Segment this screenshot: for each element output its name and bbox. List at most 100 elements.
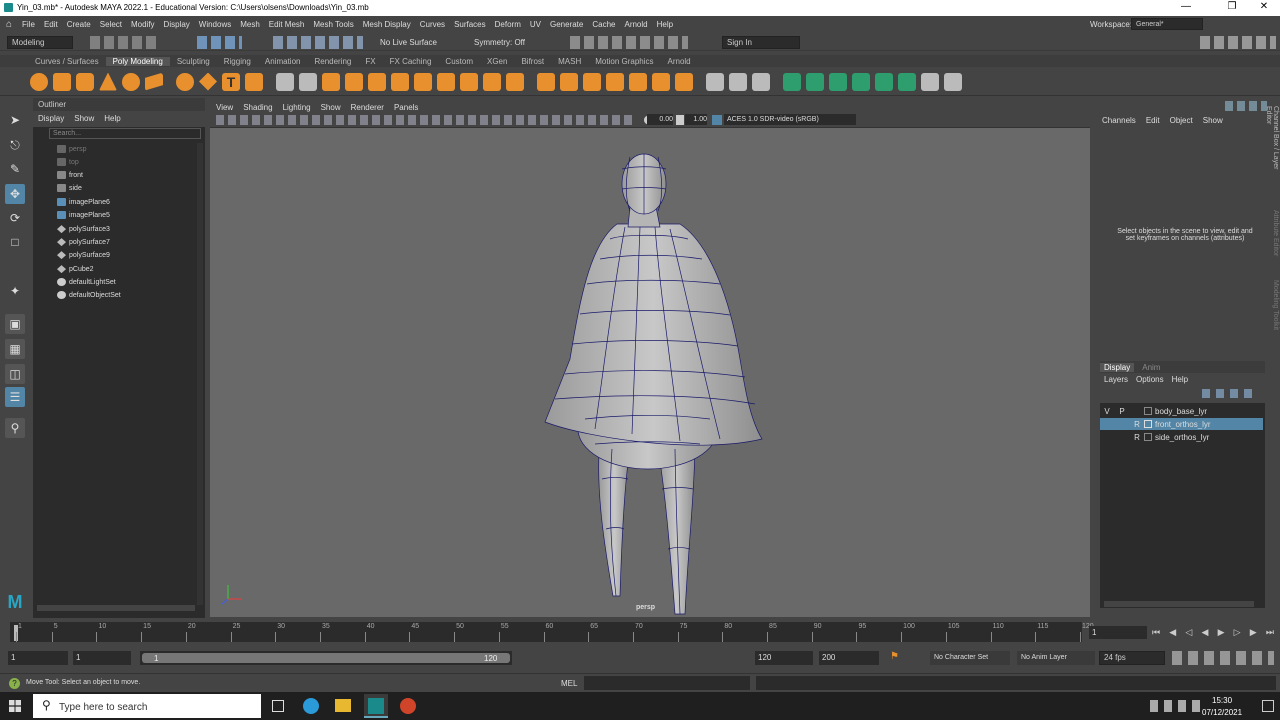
side-tab-attribute-editor[interactable]: Attribute Editor bbox=[1269, 210, 1279, 276]
character-set-select[interactable]: No Character Set bbox=[930, 651, 1010, 665]
gamma-field[interactable]: 1.00 bbox=[685, 114, 707, 125]
symmetry-label[interactable]: Symmetry: Off bbox=[474, 38, 525, 47]
vp-menu-show[interactable]: Show bbox=[321, 103, 341, 112]
planar-map-icon[interactable] bbox=[729, 72, 747, 91]
viewport-tool-icons[interactable] bbox=[216, 115, 636, 125]
outliner-item-defaultobjectset[interactable]: defaultObjectSet bbox=[57, 289, 121, 302]
tab-bifrost[interactable]: Bifrost bbox=[514, 57, 551, 66]
outliner-item-polysurface7[interactable]: polySurface7 bbox=[57, 236, 110, 249]
tab-rendering[interactable]: Rendering bbox=[307, 57, 358, 66]
tab-fx[interactable]: FX bbox=[358, 57, 382, 66]
unfold-uv-icon[interactable] bbox=[852, 72, 870, 91]
insert-edge-loop-icon[interactable] bbox=[583, 72, 601, 91]
four-view-layout-icon[interactable]: ▦ bbox=[5, 339, 25, 359]
scene-canvas[interactable] bbox=[210, 129, 1090, 617]
layer-menu-layers[interactable]: Layers bbox=[1104, 375, 1128, 384]
layer-name[interactable]: body_base_lyr bbox=[1155, 407, 1207, 416]
menu-deform[interactable]: Deform bbox=[495, 20, 521, 29]
tab-arnold[interactable]: Arnold bbox=[661, 57, 698, 66]
reduce-icon[interactable] bbox=[414, 72, 432, 91]
outliner-item-defaultlightset[interactable]: defaultLightSet bbox=[57, 276, 116, 289]
combine-icon[interactable] bbox=[299, 72, 317, 91]
extrude-icon[interactable] bbox=[437, 72, 455, 91]
layer-menu-help[interactable]: Help bbox=[1172, 375, 1188, 384]
layer-row[interactable]: V P body_base_lyr bbox=[1100, 405, 1263, 417]
range-track[interactable]: 1 120 bbox=[140, 651, 512, 665]
current-frame-field[interactable]: 1 bbox=[1089, 626, 1147, 639]
time-slider[interactable]: 1 5 10 15 20 25 30 35 40 45 50 55 60 65 70 75 80 85 90 95 10… bbox=[0, 620, 1280, 645]
layer-menu-options[interactable]: Options bbox=[1136, 375, 1164, 384]
home-icon[interactable]: ⌂ bbox=[6, 19, 12, 30]
layer-name[interactable]: front_orthos_lyr bbox=[1155, 420, 1211, 429]
poly-cylinder-icon[interactable] bbox=[76, 72, 94, 91]
snap-tools-icons[interactable] bbox=[273, 36, 363, 49]
cb-menu-show[interactable]: Show bbox=[1203, 116, 1223, 125]
start-frame-field[interactable]: 1 bbox=[8, 651, 68, 665]
menu-set-select[interactable]: Modeling bbox=[7, 36, 73, 49]
paint-select-icon[interactable]: ✎ bbox=[5, 159, 25, 179]
tab-rigging[interactable]: Rigging bbox=[217, 57, 258, 66]
menu-file[interactable]: File bbox=[22, 20, 35, 29]
menu-edit-mesh[interactable]: Edit Mesh bbox=[269, 20, 305, 29]
close-button[interactable]: ✕ bbox=[1250, 1, 1278, 12]
outliner-item-front[interactable]: front bbox=[57, 169, 83, 182]
powerpoint-icon[interactable] bbox=[400, 698, 416, 714]
outliner-menu-display[interactable]: Display bbox=[38, 111, 64, 127]
rotate-tool-icon[interactable]: ⟳ bbox=[5, 208, 25, 228]
append-polygon-icon[interactable] bbox=[537, 72, 555, 91]
tab-curves-surfaces[interactable]: Curves / Surfaces bbox=[28, 57, 106, 66]
play-forwards-icon[interactable]: ▶ bbox=[1218, 627, 1225, 638]
move-tool-icon[interactable]: ✥ bbox=[5, 184, 25, 204]
tab-mash[interactable]: MASH bbox=[551, 57, 588, 66]
target-weld-icon[interactable] bbox=[652, 72, 670, 91]
tab-poly-modeling[interactable]: Poly Modeling bbox=[105, 56, 170, 66]
step-back-frame-icon[interactable]: ◁ bbox=[1185, 627, 1192, 638]
step-forward-frame-icon[interactable]: ▷ bbox=[1234, 627, 1241, 638]
menu-arnold[interactable]: Arnold bbox=[624, 20, 647, 29]
menu-cache[interactable]: Cache bbox=[592, 20, 615, 29]
layer-reference-toggle[interactable]: R bbox=[1130, 433, 1144, 442]
menu-mesh-tools[interactable]: Mesh Tools bbox=[313, 20, 353, 29]
poly-torus-icon[interactable] bbox=[122, 72, 140, 91]
bridge-icon[interactable] bbox=[460, 72, 478, 91]
maya-taskbar-icon[interactable] bbox=[364, 694, 388, 718]
side-tab-modeling-toolkit[interactable]: Modeling Toolkit bbox=[1269, 280, 1279, 344]
mel-label[interactable]: MEL bbox=[561, 679, 577, 688]
vp-menu-lighting[interactable]: Lighting bbox=[283, 103, 311, 112]
system-tray-icons[interactable] bbox=[1150, 700, 1200, 712]
figure-mesh[interactable] bbox=[544, 153, 763, 615]
step-forward-key-icon[interactable]: ▶ bbox=[1250, 627, 1257, 638]
layer-color-swatch[interactable] bbox=[1144, 407, 1152, 415]
quad-draw-icon[interactable] bbox=[629, 72, 647, 91]
separate-icon[interactable] bbox=[322, 72, 340, 91]
menu-modify[interactable]: Modify bbox=[131, 20, 155, 29]
poly-cube-icon[interactable] bbox=[53, 72, 71, 91]
select-tool-icon[interactable]: ➤ bbox=[5, 110, 25, 130]
end-frame-field[interactable]: 200 bbox=[819, 651, 879, 665]
minimize-button[interactable]: — bbox=[1172, 1, 1200, 12]
multi-cut-icon[interactable] bbox=[560, 72, 578, 91]
outliner-item-top[interactable]: top bbox=[57, 156, 79, 169]
cb-menu-edit[interactable]: Edit bbox=[1146, 116, 1160, 125]
command-line-input[interactable] bbox=[584, 676, 750, 690]
bevel-icon[interactable] bbox=[483, 72, 501, 91]
menu-edit[interactable]: Edit bbox=[44, 20, 58, 29]
layer-list-scrollbar[interactable] bbox=[1104, 601, 1254, 607]
range-bar[interactable] bbox=[142, 653, 510, 663]
step-back-key-icon[interactable]: ◀ bbox=[1169, 627, 1176, 638]
cb-menu-object[interactable]: Object bbox=[1170, 116, 1193, 125]
menu-select[interactable]: Select bbox=[100, 20, 122, 29]
layer-row[interactable]: R front_orthos_lyr bbox=[1100, 418, 1263, 430]
outliner-item-persp[interactable]: persp bbox=[57, 143, 87, 156]
go-to-start-icon[interactable]: ⏮ bbox=[1152, 627, 1160, 638]
tab-custom[interactable]: Custom bbox=[438, 57, 480, 66]
taskbar-search-box[interactable]: ⚲ Type here to search bbox=[33, 694, 261, 718]
tab-anim-layers[interactable]: Anim bbox=[1134, 363, 1168, 372]
menu-mesh-display[interactable]: Mesh Display bbox=[363, 20, 411, 29]
svg-tool-icon[interactable] bbox=[245, 72, 263, 91]
playback-end-field[interactable]: 120 bbox=[755, 651, 813, 665]
outliner-item-pcube2[interactable]: pCube2 bbox=[57, 263, 94, 276]
single-perspective-view-icon[interactable]: ▣ bbox=[5, 314, 25, 334]
file-tools-icons[interactable] bbox=[90, 36, 160, 49]
menu-display[interactable]: Display bbox=[164, 20, 190, 29]
